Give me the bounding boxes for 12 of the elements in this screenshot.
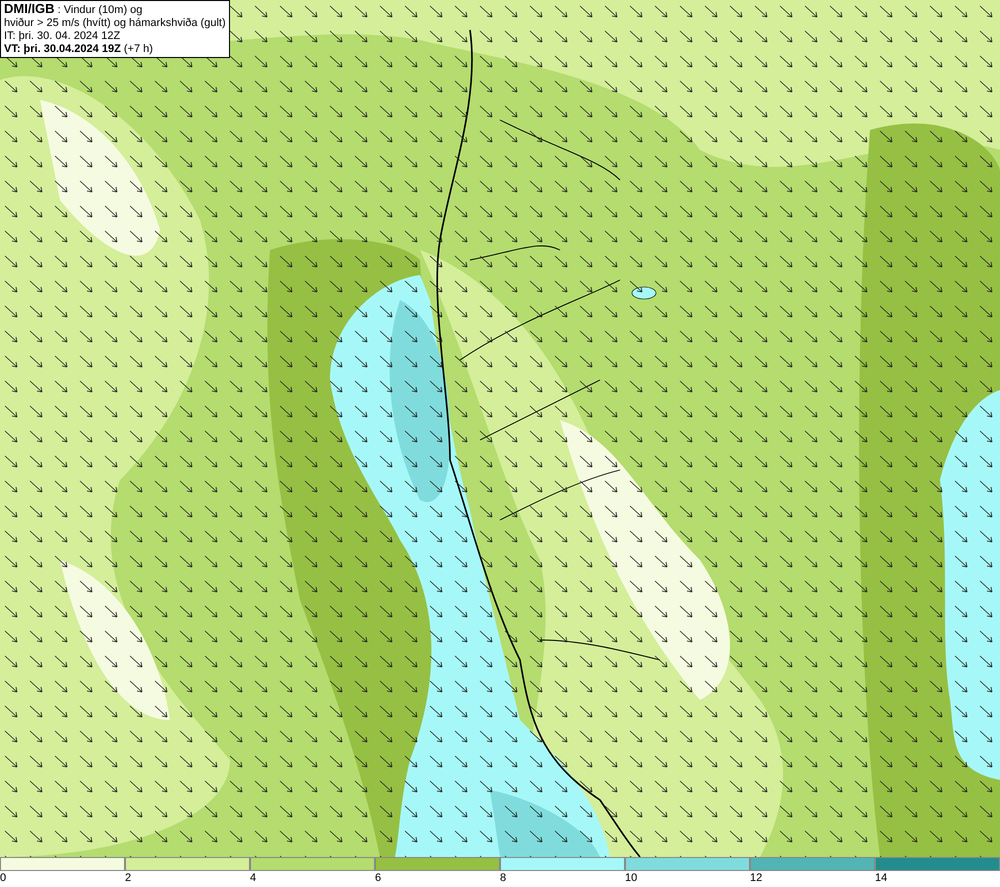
colorbar-tick-label: 0 [0,871,6,886]
colorbar-tick-label: 2 [125,871,132,886]
map-gust-subtitle: hviður > 25 m/s (hvítt) og hámarkshviða (gult) [4,17,226,30]
colorbar-tick-label: 8 [500,871,506,886]
colorbar-tick-label: 12 [750,871,762,886]
valid-time: VT: þri. 30.04.2024 19Z (+7 h) [4,43,154,56]
colorbar-tick-label: 6 [375,871,382,886]
map-source-title: DMI/IGB : Vindur (10m) og [4,2,144,17]
initial-time: IT: þri. 30. 04. 2024 12Z [4,30,122,43]
colorbar-tick-label: 10 [625,871,638,886]
colorbar-tick-label: 14 [875,871,888,886]
colorbar-tick-label: 4 [250,871,256,886]
